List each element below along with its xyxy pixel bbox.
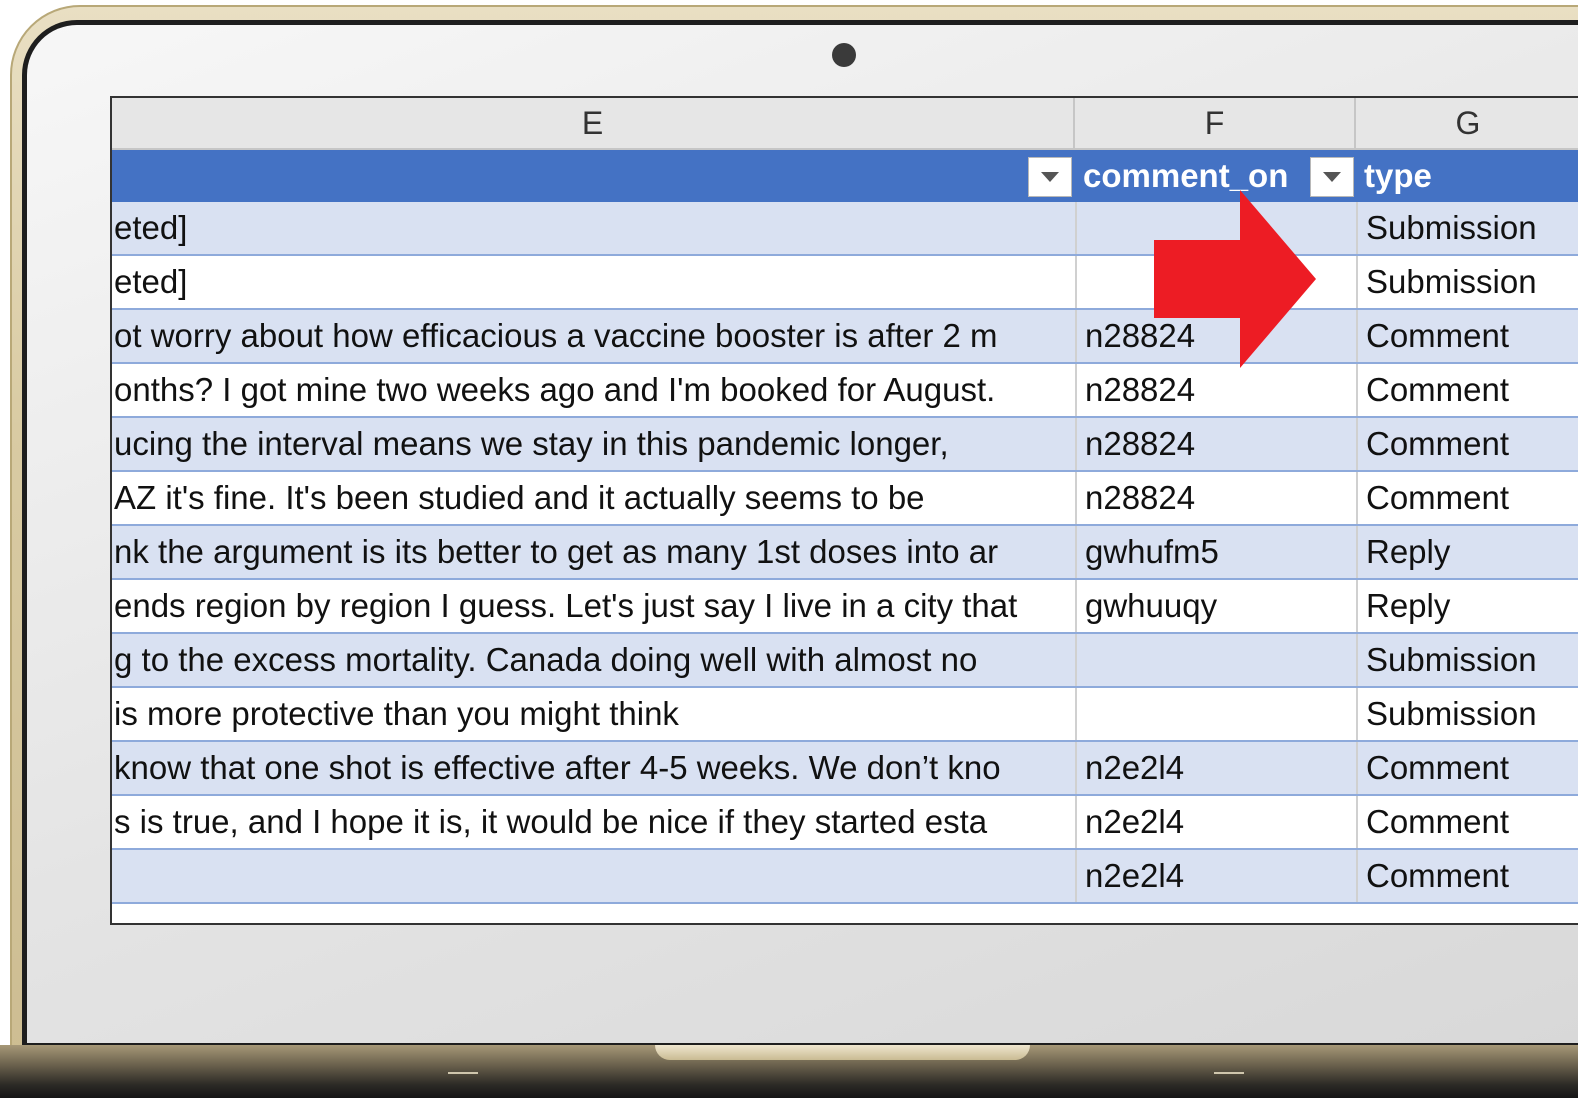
cell-type[interactable]: Submission: [1356, 202, 1578, 254]
laptop-foot: [1214, 1072, 1244, 1074]
cell-body-text[interactable]: [112, 850, 1075, 902]
table-row: ends region by region I guess. Let's jus…: [112, 580, 1578, 634]
filter-dropdown-e[interactable]: [1028, 157, 1072, 197]
table-row: ucing the interval means we stay in this…: [112, 418, 1578, 472]
cell-comment-on[interactable]: n2e2l4: [1075, 742, 1356, 794]
table-row: onths? I got mine two weeks ago and I'm …: [112, 364, 1578, 418]
table-header-row: comment_on type: [112, 150, 1578, 202]
cell-type[interactable]: Comment: [1356, 850, 1578, 902]
table-row: is more protective than you might think …: [112, 688, 1578, 742]
table-row: eted] Submission: [112, 256, 1578, 310]
column-header-g[interactable]: G: [1356, 98, 1578, 148]
cell-type[interactable]: Comment: [1356, 364, 1578, 416]
table-row-partial: [112, 904, 1578, 923]
cell-type[interactable]: Submission: [1356, 634, 1578, 686]
webcam-icon: [832, 43, 856, 67]
cell-body-text[interactable]: g to the excess mortality. Canada doing …: [112, 634, 1075, 686]
cell-body-text[interactable]: know that one shot is effective after 4-…: [112, 742, 1075, 794]
table-row: ot worry about how efficacious a vaccine…: [112, 310, 1578, 364]
filter-dropdown-comment-on[interactable]: [1310, 157, 1354, 197]
cell-body-text[interactable]: ot worry about how efficacious a vaccine…: [112, 310, 1075, 362]
cell-comment-on[interactable]: n28824: [1075, 472, 1356, 524]
cell-body-text[interactable]: AZ it's fine. It's been studied and it a…: [112, 472, 1075, 524]
cell-type[interactable]: Comment: [1356, 796, 1578, 848]
column-header-bar: E F G: [112, 98, 1578, 150]
cell-body-text[interactable]: nk the argument is its better to get as …: [112, 526, 1075, 578]
cell-comment-on[interactable]: [1075, 688, 1356, 740]
column-header-e[interactable]: E: [112, 98, 1075, 148]
table-row: g to the excess mortality. Canada doing …: [112, 634, 1578, 688]
table-header-type: type: [1364, 157, 1432, 194]
table-row: s is true, and I hope it is, it would be…: [112, 796, 1578, 850]
red-arrow-annotation: [1154, 190, 1316, 368]
laptop-foot: [448, 1072, 478, 1074]
chevron-down-icon: [1041, 172, 1059, 182]
table-row: n2e2l4 Comment: [112, 850, 1578, 904]
cell-body-text[interactable]: ucing the interval means we stay in this…: [112, 418, 1075, 470]
laptop-hinge: [655, 1045, 1030, 1060]
column-header-f[interactable]: F: [1075, 98, 1356, 148]
cell-body-text[interactable]: eted]: [112, 256, 1075, 308]
table-row: nk the argument is its better to get as …: [112, 526, 1578, 580]
cell-comment-on[interactable]: n28824: [1075, 364, 1356, 416]
cell-body-text[interactable]: onths? I got mine two weeks ago and I'm …: [112, 364, 1075, 416]
cell-type[interactable]: Reply: [1356, 580, 1578, 632]
cell-comment-on[interactable]: gwhuuqy: [1075, 580, 1356, 632]
cell-body-text[interactable]: eted]: [112, 202, 1075, 254]
cell-comment-on[interactable]: [1075, 634, 1356, 686]
table-row: AZ it's fine. It's been studied and it a…: [112, 472, 1578, 526]
cell-type[interactable]: Comment: [1356, 742, 1578, 794]
table-row: eted] Submission: [112, 202, 1578, 256]
cell-comment-on[interactable]: n28824: [1075, 418, 1356, 470]
cell-type[interactable]: Reply: [1356, 526, 1578, 578]
cell-type[interactable]: Comment: [1356, 310, 1578, 362]
cell-body-text[interactable]: ends region by region I guess. Let's jus…: [112, 580, 1075, 632]
cell-body-text[interactable]: is more protective than you might think: [112, 688, 1075, 740]
cell-comment-on[interactable]: n2e2l4: [1075, 796, 1356, 848]
cell-comment-on[interactable]: gwhufm5: [1075, 526, 1356, 578]
cell-type[interactable]: Submission: [1356, 256, 1578, 308]
chevron-down-icon: [1323, 172, 1341, 182]
table-row: know that one shot is effective after 4-…: [112, 742, 1578, 796]
spreadsheet-grid: E F G comment_on type eted] Submission e…: [110, 96, 1578, 925]
cell-type[interactable]: Submission: [1356, 688, 1578, 740]
cell-type[interactable]: Comment: [1356, 418, 1578, 470]
cell-type[interactable]: Comment: [1356, 472, 1578, 524]
cell-body-text[interactable]: s is true, and I hope it is, it would be…: [112, 796, 1075, 848]
cell-comment-on[interactable]: n2e2l4: [1075, 850, 1356, 902]
